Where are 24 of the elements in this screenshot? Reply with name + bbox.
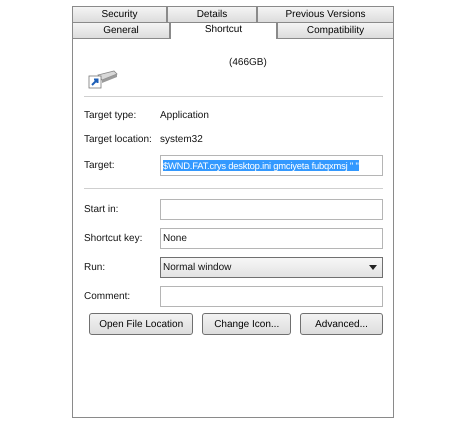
shortcut-name: (466GB): [229, 57, 267, 68]
dialog-button[interactable]: Change Icon...: [202, 313, 292, 335]
tab[interactable]: Compatibility: [277, 22, 394, 38]
field-label: Target type:: [84, 110, 138, 120]
field-label: Shortcut key:: [84, 232, 144, 244]
input-field[interactable]: [160, 286, 383, 306]
dialog-button[interactable]: Advanced...: [300, 313, 383, 335]
field-value: system32: [160, 134, 203, 144]
field-value: Application: [160, 110, 209, 120]
field-label: Run:: [84, 262, 106, 272]
dropdown-arrow-icon: [369, 264, 377, 270]
tab[interactable]: General: [72, 22, 170, 38]
dialog-button[interactable]: Open File Location: [89, 313, 194, 335]
input-field[interactable]: None: [160, 228, 383, 248]
tab[interactable]: Details: [167, 6, 257, 22]
field-label: Target:: [84, 160, 116, 170]
tab[interactable]: Previous Versions: [257, 6, 394, 22]
input-field[interactable]: [160, 198, 383, 220]
tab[interactable]: Shortcut: [170, 22, 277, 39]
field-label: Start in:: [84, 204, 120, 214]
field-label: Comment:: [84, 290, 132, 302]
field-label: Target location:: [84, 134, 153, 144]
run-dropdown[interactable]: Normal window: [160, 256, 383, 278]
tab[interactable]: Security: [72, 6, 167, 22]
